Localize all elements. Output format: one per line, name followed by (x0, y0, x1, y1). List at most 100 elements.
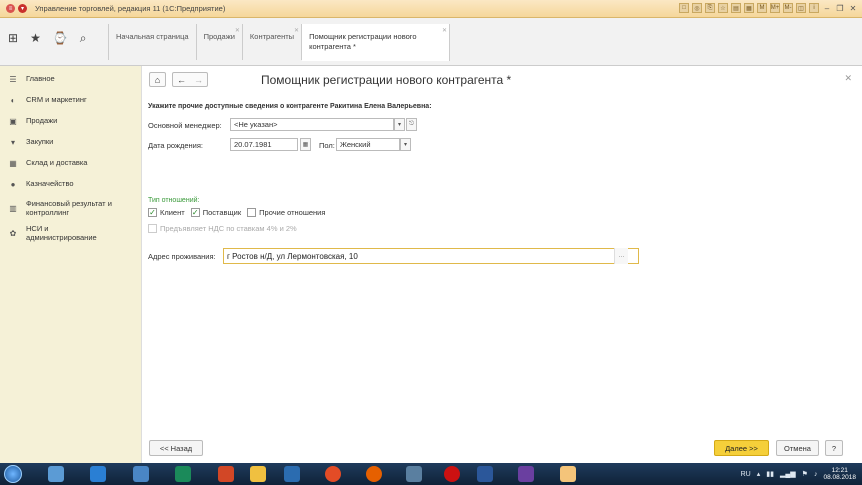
tabs: Начальная страница Продажи ✕ Контрагенты… (108, 24, 451, 61)
page-title: Помощник регистрации нового контрагента … (261, 73, 512, 87)
firefox-icon[interactable] (366, 466, 382, 482)
cart-icon: ▾ (10, 137, 15, 147)
panel-tools: ⊞ ★ ⌚ ⌕ (8, 31, 87, 46)
favorite-icon[interactable]: ☆ (718, 3, 728, 13)
sidebar-item-main[interactable]: ☰ Главное (8, 74, 55, 84)
supplier-checkbox[interactable]: ✓ (190, 208, 200, 217)
star-icon[interactable]: ★ (30, 31, 41, 46)
main-form: ⌂ ← → Помощник регистрации нового контра… (143, 66, 862, 463)
1c-icon[interactable] (560, 466, 576, 482)
toolbar-icon[interactable]: ⎘ (705, 3, 715, 13)
network-icon[interactable]: ▮▮ (766, 470, 774, 478)
back-arrow-icon[interactable]: ← (177, 75, 186, 85)
taskbar-app-icon[interactable] (48, 466, 64, 482)
sidebar-item-label: Финансовый результат и контроллинг (26, 199, 112, 217)
clock-time: 12:21 (831, 467, 848, 474)
taskbar: RU ▴ ▮▮ ▂▄▆ ⚑ ♪ 12:21 08.08.2018 (0, 463, 862, 485)
media-player-icon[interactable] (284, 466, 300, 482)
tab-home[interactable]: Начальная страница (108, 24, 197, 60)
vat-row: Предъявляет НДС по ставкам 4% и 2% (148, 224, 297, 233)
minimize-icon[interactable]: – (822, 4, 832, 13)
app-menu-icon[interactable]: ≡ (6, 4, 15, 13)
back-button[interactable]: << Назад (149, 440, 203, 456)
vat-checkbox[interactable] (148, 224, 157, 233)
title-bar: ≡ ▾ Управление торговлей, редакция 11 (1… (0, 0, 862, 18)
next-button[interactable]: Далее >> (714, 440, 769, 456)
tray-arrow-icon[interactable]: ▴ (757, 470, 761, 478)
address-label: Адрес проживания: (148, 252, 216, 261)
address-select-icon[interactable]: … (614, 248, 628, 264)
app-dropdown-icon[interactable]: ▾ (18, 4, 27, 13)
manager-dropdown-icon[interactable]: ▾ (394, 118, 405, 131)
toolbar-icon[interactable]: ▦ (744, 3, 754, 13)
volume-icon[interactable]: ♪ (814, 471, 818, 478)
cancel-button[interactable]: Отмена (776, 440, 819, 456)
chrome-icon[interactable] (325, 466, 341, 482)
client-checkbox[interactable]: ✓ (148, 208, 157, 217)
sidebar-item-finance[interactable]: ▥ Финансовый результат и контроллинг (8, 199, 136, 217)
toolbar-icon[interactable]: ◫ (796, 3, 806, 13)
vat-label: Предъявляет НДС по ставкам 4% и 2% (160, 224, 297, 233)
toolbar-icon[interactable]: M+ (770, 3, 780, 13)
toolbar-icon[interactable]: ▤ (731, 3, 741, 13)
calculator-icon[interactable] (133, 466, 149, 482)
tab-close-icon[interactable]: ✕ (442, 27, 447, 34)
toolbar-icon[interactable]: M- (783, 3, 793, 13)
calendar-icon[interactable]: ▦ (300, 138, 311, 151)
save-icon[interactable] (518, 466, 534, 482)
tab-label: Начальная страница (116, 32, 189, 41)
word-icon[interactable] (477, 466, 493, 482)
sidebar-item-admin[interactable]: ✿ НСИ и администрирование (8, 224, 136, 242)
sidebar-item-sales[interactable]: ▣ Продажи (8, 116, 57, 126)
home-icon: ⌂ (154, 74, 161, 85)
forward-arrow-icon[interactable]: → (194, 75, 203, 85)
sidebar-item-label: Склад и доставка (26, 158, 88, 167)
search-icon[interactable]: ⌕ (80, 31, 87, 46)
sidebar-item-label: Продажи (26, 116, 58, 125)
tab-registration-wizard[interactable]: Помощник регистрации нового контрагента … (302, 24, 451, 61)
folder-icon[interactable] (250, 466, 266, 482)
restore-icon[interactable]: ❐ (835, 4, 845, 13)
help-button[interactable]: ? (825, 440, 843, 456)
opera-icon[interactable] (444, 466, 460, 482)
tab-close-icon[interactable]: ✕ (294, 27, 299, 34)
sidebar-item-label: Закупки (26, 137, 54, 146)
sidebar-item-warehouse[interactable]: ▦ Склад и доставка (8, 158, 87, 168)
sidebar-item-label: CRM и маркетинг (26, 95, 87, 104)
other-relations-checkbox[interactable] (247, 208, 257, 217)
open-link-icon[interactable]: ⎋ (406, 118, 417, 131)
tab-close-icon[interactable]: ✕ (235, 27, 240, 34)
history-icon[interactable]: ⌚ (53, 31, 68, 46)
birth-date-field[interactable]: 20.07.1981 (230, 138, 298, 151)
sidebar-item-label: Казначейство (26, 179, 74, 188)
title-bar-tools: □ ◎ ⎘ ☆ ▤ ▦ M M+ M- ◫ i – ❐ ✕ (679, 3, 858, 13)
toolbar-icon[interactable]: ◎ (692, 3, 702, 13)
close-window-icon[interactable]: ✕ (848, 4, 858, 13)
tab-counterparties[interactable]: Контрагенты ✕ (243, 24, 303, 60)
taskbar-app-icon[interactable] (175, 466, 191, 482)
toolbar-icon[interactable]: M (757, 3, 767, 13)
gender-field[interactable]: Женский (336, 138, 400, 151)
toolbar-icon[interactable]: □ (679, 3, 689, 13)
flag-icon[interactable]: ⚑ (802, 470, 808, 478)
sidebar-item-crm[interactable]: ◐ CRM и маркетинг (8, 95, 87, 105)
address-field[interactable]: г Ростов н/Д, ул Лермонтовская, 10 (223, 248, 639, 264)
sidebar-item-purchases[interactable]: ▾ Закупки (8, 137, 53, 147)
internet-explorer-icon[interactable] (90, 466, 106, 482)
close-form-icon[interactable]: ✕ (844, 73, 852, 84)
tab-sales[interactable]: Продажи ✕ (197, 24, 243, 60)
sidebar-item-treasury[interactable]: ● Казначейство (8, 179, 74, 189)
info-icon[interactable]: i (809, 3, 819, 13)
gender-dropdown-icon[interactable]: ▾ (400, 138, 411, 151)
manager-field[interactable]: <Не указан> (230, 118, 394, 131)
language-indicator[interactable]: RU (741, 471, 751, 478)
signal-icon[interactable]: ▂▄▆ (780, 470, 796, 478)
chart-icon: ▥ (9, 203, 17, 213)
clock[interactable]: 12:21 08.08.2018 (823, 467, 856, 481)
home-button[interactable]: ⌂ (149, 72, 166, 87)
powerpoint-icon[interactable] (218, 466, 234, 482)
grid-menu-icon[interactable]: ⊞ (8, 31, 18, 46)
taskbar-app-icon[interactable] (406, 466, 422, 482)
sidebar-item-label: Главное (26, 74, 55, 83)
start-button[interactable] (4, 465, 22, 483)
